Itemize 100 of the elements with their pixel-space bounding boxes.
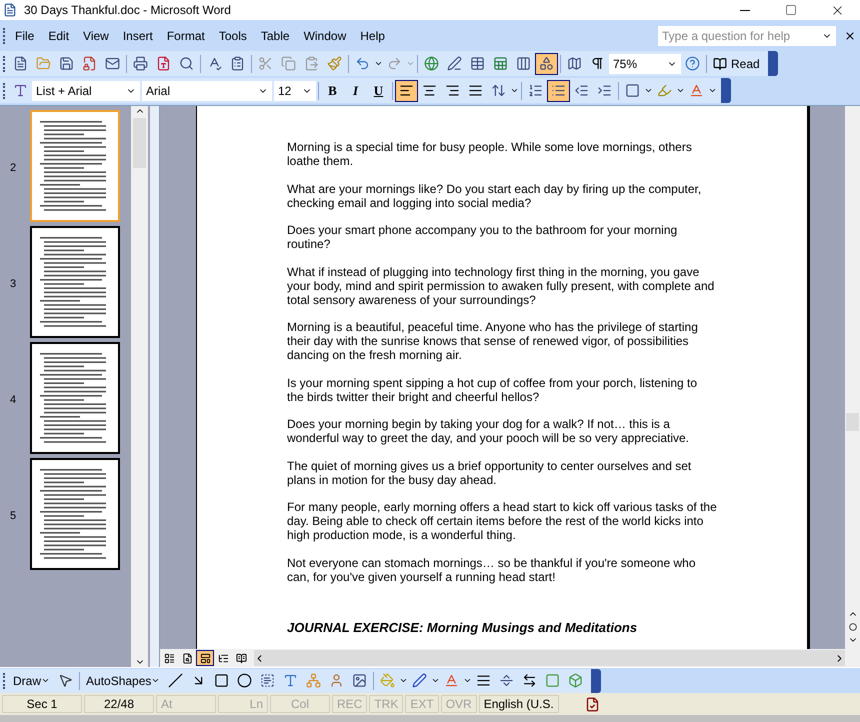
menu-item[interactable]: File bbox=[9, 27, 40, 45]
read-button[interactable]: Read bbox=[709, 54, 764, 72]
layout-icon bbox=[200, 652, 210, 664]
body-paragraph: What are your mornings like? Do you start each day by firing up the computer, checking email and logging into social media? bbox=[287, 182, 702, 210]
clipboard-icon bbox=[230, 56, 245, 71]
toolbar-options-button[interactable] bbox=[768, 51, 778, 76]
body-paragraph: Not everyone can stomach mornings… so be thankful if you're someone who can, for you've given yourself a running head start! bbox=[287, 556, 697, 584]
dropdown-value: Arial bbox=[146, 82, 170, 100]
horizontal-scrollbar[interactable] bbox=[254, 650, 845, 666]
outdent-icon bbox=[574, 83, 589, 98]
redo-icon bbox=[387, 56, 402, 71]
vertical-scrollbar[interactable] bbox=[131, 106, 148, 667]
menu-item[interactable]: Insert bbox=[116, 27, 159, 45]
menu-item[interactable]: Format bbox=[160, 27, 211, 45]
page-thumbnail[interactable] bbox=[30, 458, 120, 570]
folder-icon bbox=[36, 56, 51, 71]
text-lines-icon bbox=[445, 83, 460, 98]
magnifier-icon bbox=[179, 56, 194, 71]
zoom-dropdown[interactable]: 75% bbox=[609, 54, 681, 74]
line-icon bbox=[168, 673, 184, 688]
toolbar-handle[interactable] bbox=[3, 672, 6, 688]
locked-page-icon bbox=[82, 56, 97, 71]
highlighter-icon bbox=[657, 83, 672, 98]
body-paragraph: The quiet of morning gives us a brief opportunity to center ourselves and set plans in motion for the busy day ahead. bbox=[287, 458, 692, 486]
numbered-list-icon bbox=[528, 83, 543, 98]
page-number: 5 bbox=[9, 509, 18, 524]
text-lines-icon bbox=[468, 83, 483, 98]
globe-icon bbox=[424, 56, 439, 71]
paint-bucket-icon bbox=[380, 673, 396, 688]
open-book-icon bbox=[236, 652, 246, 664]
lines-icon bbox=[476, 673, 492, 688]
print-layout-button[interactable] bbox=[196, 650, 214, 666]
font-size-dropdown[interactable]: 12 bbox=[274, 80, 316, 100]
shapes-icon bbox=[539, 56, 554, 71]
text-box-icon bbox=[260, 673, 276, 688]
draw-menu-button[interactable]: Draw bbox=[9, 672, 54, 690]
page-thumbnail[interactable] bbox=[30, 110, 120, 222]
align-left-button[interactable] bbox=[395, 80, 418, 102]
vertical-scrollbar[interactable] bbox=[845, 106, 860, 649]
pen-icon bbox=[412, 673, 428, 688]
drawing-button[interactable] bbox=[535, 52, 558, 74]
window-title: 30 Days Thankful.doc - Microsoft Word bbox=[24, 2, 231, 19]
clipboard-icon bbox=[304, 56, 319, 71]
menu-item[interactable]: Window bbox=[298, 27, 352, 45]
autoshapes-menu-button[interactable]: AutoShapes bbox=[82, 672, 164, 690]
bold-button[interactable]: B bbox=[321, 80, 344, 102]
person-icon bbox=[329, 673, 344, 688]
status-bar-field: TRK bbox=[369, 695, 404, 713]
body-paragraph: For many people, early morning offers a head start to kick off various tasks of the day. Being able to check off certain items before the rest of the world kicks into high production mode, is a wonderful thing. bbox=[287, 500, 717, 542]
indent-icon bbox=[597, 83, 612, 98]
menu-item[interactable]: Help bbox=[354, 27, 391, 45]
text-lines-icon bbox=[399, 83, 414, 98]
body-paragraph: Morning is a beautiful, peaceful time. Anyone who has the privilege of starting their day with the sunrise knows that sense of renewed vigor, of possibilities dancing on the fresh morning air. bbox=[287, 320, 699, 362]
body-paragraph: Is your morning spent sipping a hot cup of coffee from your porch, listening to the birds twitter their bright and cheerful hellos? bbox=[287, 376, 698, 404]
square-icon bbox=[625, 83, 640, 98]
bulleted-list-icon bbox=[551, 83, 566, 98]
close-icon[interactable] bbox=[844, 30, 856, 42]
table-icon bbox=[470, 56, 485, 71]
status-bar-field: Ln bbox=[218, 695, 268, 713]
bullets-button[interactable] bbox=[547, 80, 570, 102]
page-thumbnail[interactable] bbox=[30, 226, 120, 338]
body-paragraph: Does your morning begin by taking your dog for a walk? If not… this is a wonderful way to greet the day, and your pooch will be so very appreciative. bbox=[287, 417, 690, 445]
menu-item[interactable]: Edit bbox=[42, 27, 76, 45]
italic-button[interactable]: I bbox=[344, 80, 367, 102]
style-dropdown[interactable]: List + Arial bbox=[32, 80, 140, 100]
page-icon bbox=[156, 56, 171, 71]
status-bar-field: OVR bbox=[440, 695, 477, 713]
scissors-icon bbox=[258, 56, 273, 71]
letter-icon bbox=[283, 673, 298, 688]
underline-button[interactable]: U bbox=[367, 80, 390, 102]
help-search-field[interactable]: Type a question for help bbox=[658, 26, 836, 46]
status-bar-field: Sec 1 bbox=[2, 695, 82, 713]
rectangle-icon bbox=[214, 673, 230, 688]
scroll-thumb[interactable] bbox=[846, 413, 859, 431]
status-bar-field: At bbox=[156, 695, 216, 713]
letter-icon bbox=[689, 83, 704, 98]
double-arrow-icon bbox=[522, 673, 538, 688]
font-dropdown[interactable]: Arial bbox=[142, 80, 272, 100]
text-lines-icon bbox=[422, 83, 437, 98]
toolbar-handle[interactable] bbox=[3, 56, 6, 72]
open-book-icon bbox=[713, 56, 727, 70]
list-icon bbox=[164, 652, 174, 664]
pen-icon bbox=[447, 56, 462, 71]
toolbar-handle[interactable] bbox=[3, 82, 6, 98]
blank-page-icon bbox=[13, 56, 28, 71]
pilcrow-icon bbox=[590, 56, 605, 71]
word-document-icon bbox=[3, 3, 17, 17]
page-number: 3 bbox=[9, 277, 18, 292]
columns-icon bbox=[516, 56, 531, 71]
toolbar-handle[interactable] bbox=[3, 28, 6, 44]
toolbar-options-button[interactable] bbox=[591, 668, 602, 692]
pointer-icon bbox=[58, 673, 74, 688]
image-icon bbox=[352, 673, 368, 688]
menu-item[interactable]: Table bbox=[254, 27, 296, 45]
page-thumbnail[interactable] bbox=[30, 342, 120, 454]
page-number: 2 bbox=[9, 161, 18, 176]
menu-item[interactable]: Tools bbox=[212, 27, 253, 45]
menu-item[interactable]: View bbox=[77, 27, 115, 45]
map-icon bbox=[567, 56, 582, 71]
browse-object-icon[interactable] bbox=[848, 623, 856, 631]
